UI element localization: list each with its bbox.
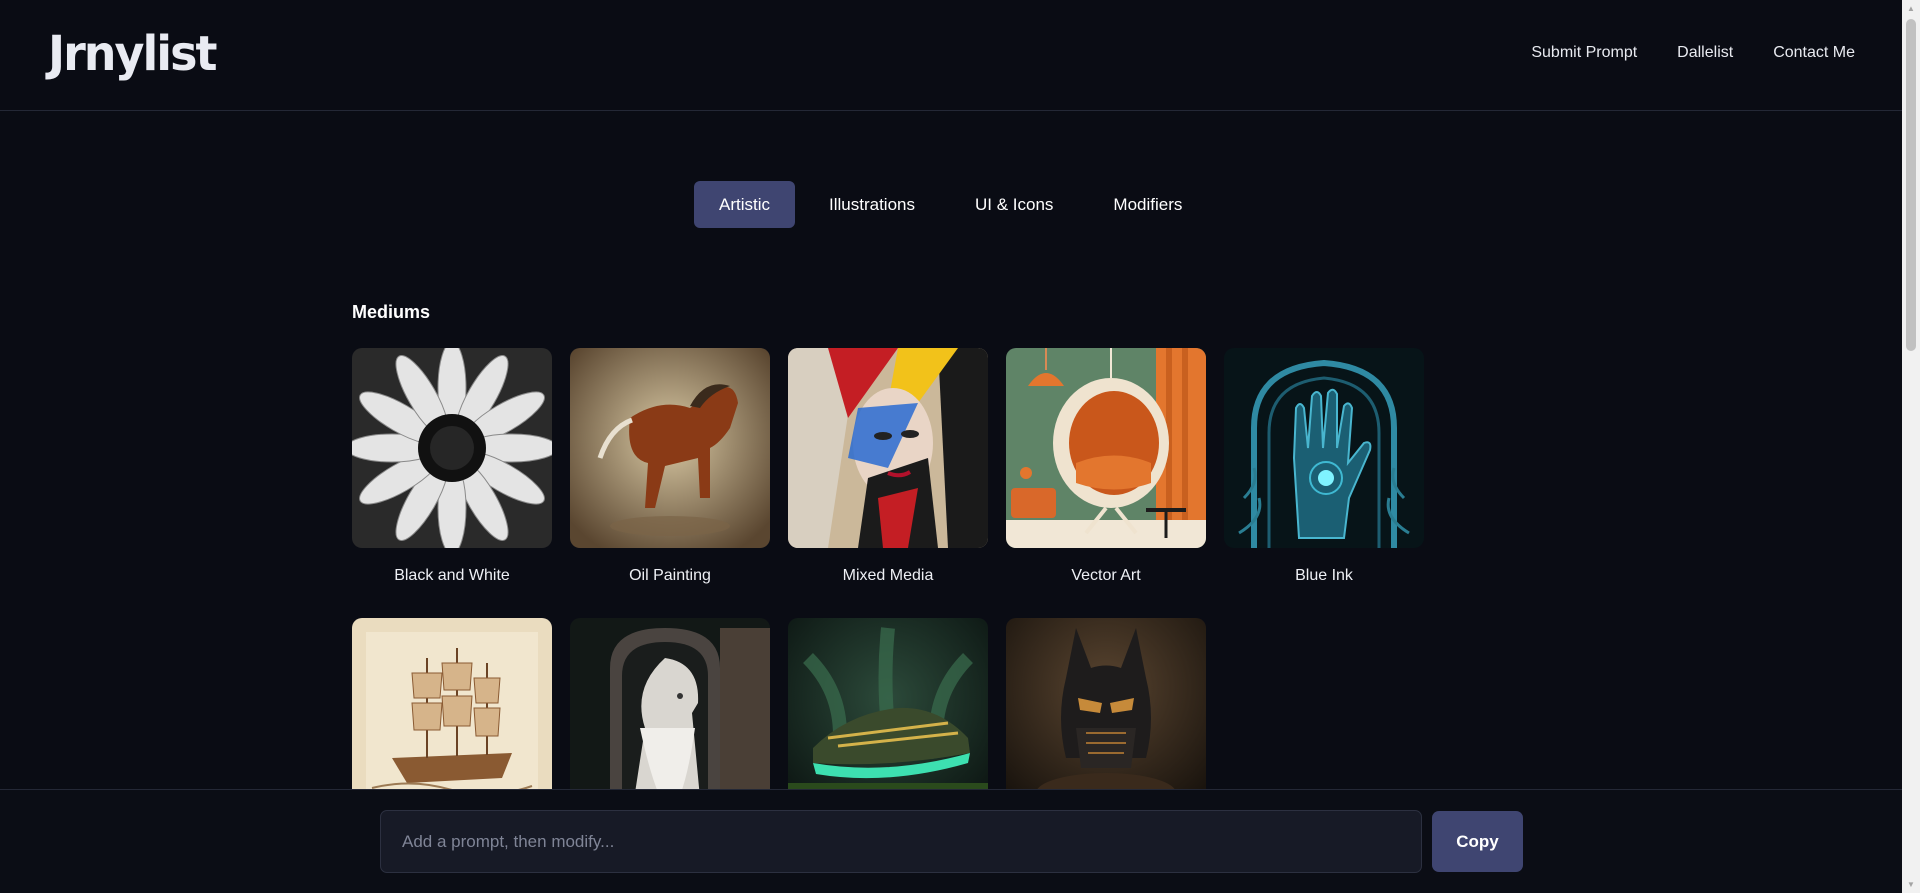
- tab-ui-icons[interactable]: UI & Icons: [949, 181, 1079, 228]
- card-image-sneaker: [788, 618, 988, 818]
- tab-artistic[interactable]: Artistic: [694, 181, 795, 228]
- card-image-vector-art: [1006, 348, 1206, 548]
- card-image-sailing-ship: [352, 618, 552, 818]
- style-card-blue-ink[interactable]: Blue Ink: [1224, 348, 1424, 618]
- style-card-oil-painting[interactable]: Oil Painting: [570, 348, 770, 618]
- card-label: Vector Art: [1071, 567, 1141, 584]
- style-card-black-and-white[interactable]: Black and White: [352, 348, 552, 618]
- site-logo[interactable]: Jrnylist: [48, 25, 217, 82]
- card-label: Mixed Media: [842, 567, 934, 584]
- copy-button[interactable]: Copy: [1432, 811, 1523, 872]
- scrollbar-thumb[interactable]: [1906, 19, 1916, 351]
- style-card-vector-art[interactable]: Vector Art: [1006, 348, 1206, 618]
- scroll-down-arrow-icon[interactable]: ▼: [1902, 876, 1920, 893]
- nav-link-submit-prompt[interactable]: Submit Prompt: [1531, 44, 1637, 62]
- prompt-input[interactable]: [380, 810, 1422, 873]
- prompt-bar: Copy: [0, 789, 1902, 893]
- section-title: Mediums: [352, 302, 431, 322]
- category-tabs: Artistic Illustrations UI & Icons Modifi…: [694, 181, 1208, 228]
- tab-illustrations[interactable]: Illustrations: [803, 181, 941, 228]
- nav-link-contact-me[interactable]: Contact Me: [1773, 44, 1855, 62]
- card-label: Blue Ink: [1295, 567, 1353, 584]
- card-label: Oil Painting: [629, 567, 711, 584]
- scroll-up-arrow-icon[interactable]: ▲: [1902, 0, 1920, 17]
- site-header: Jrnylist Submit Prompt Dallelist Contact…: [0, 0, 1902, 111]
- top-nav: Submit Prompt Dallelist Contact Me: [1531, 44, 1855, 62]
- page-scrollbar[interactable]: ▲ ▼: [1902, 0, 1920, 893]
- card-image-blue-ink: [1224, 348, 1424, 548]
- card-image-oil-painting: [570, 348, 770, 548]
- nav-link-dallelist[interactable]: Dallelist: [1677, 44, 1733, 62]
- card-image-mixed-media: [788, 348, 988, 548]
- card-image-black-and-white: [352, 348, 552, 548]
- tab-modifiers[interactable]: Modifiers: [1087, 181, 1208, 228]
- style-card-mixed-media[interactable]: Mixed Media: [788, 348, 988, 618]
- card-image-wizard-relief: [570, 618, 770, 818]
- card-label: Black and White: [394, 567, 510, 584]
- card-image-dark-helmet: [1006, 618, 1206, 818]
